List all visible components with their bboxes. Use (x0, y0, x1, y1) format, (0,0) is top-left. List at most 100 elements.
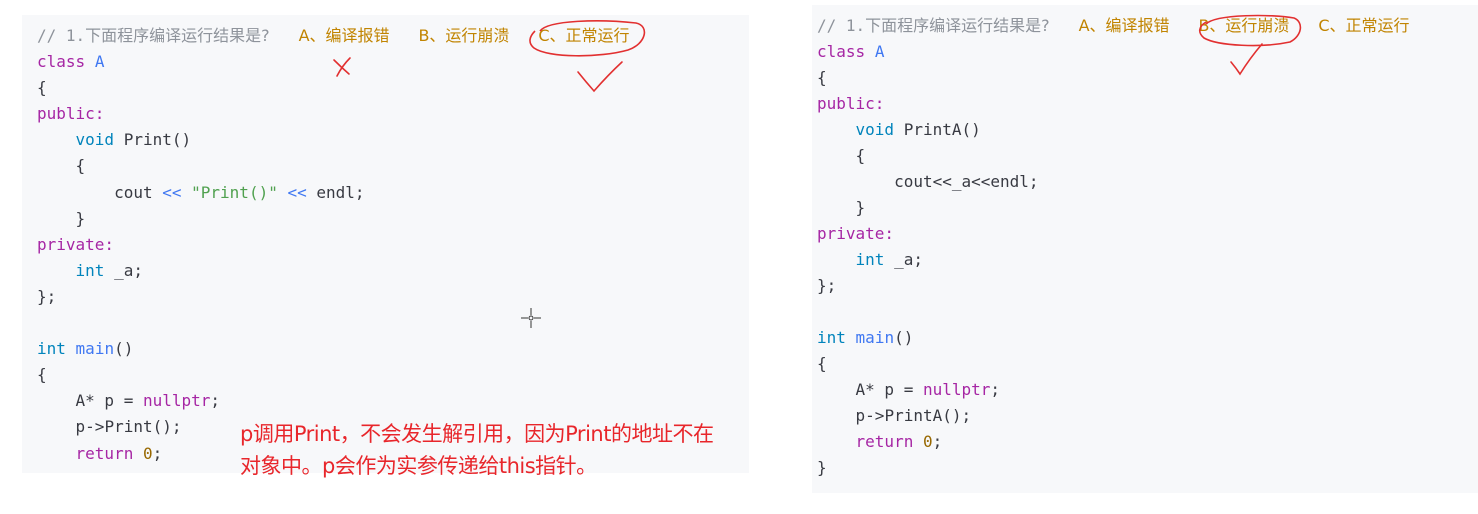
option-a: A、编译报错 (1078, 16, 1170, 35)
code-line: void PrintA() (817, 117, 1410, 143)
semicolon: ; (990, 380, 1001, 399)
code-panel-right: // 1.下面程序编译运行结果是? A、编译报错 B、运行崩溃 C、正常运行 c… (812, 5, 1478, 493)
call-function: PrintA (884, 406, 943, 425)
code-block-right: // 1.下面程序编译运行结果是? A、编译报错 B、运行崩溃 C、正常运行 c… (817, 13, 1410, 481)
semicolon: ; (152, 443, 163, 463)
method-name: PrintA (903, 120, 962, 139)
function-main: main (75, 339, 115, 359)
annotation-line-2: 对象中。p会作为实参传递给this指针。 (240, 454, 597, 478)
call-tail: (); (152, 417, 182, 437)
keyword-int: int (855, 250, 885, 269)
keyword-int: int (37, 339, 66, 359)
code-line: return 0; (817, 429, 1410, 455)
code-panel-left: // 1.下面程序编译运行结果是? A、编译报错 B、运行崩溃 C、正常运行 c… (22, 15, 749, 473)
method-body: cout<<_a<<endl; (894, 172, 1039, 191)
code-line: A* p = nullptr; (817, 377, 1410, 403)
member-var: _a; (114, 260, 143, 280)
keyword-void: void (75, 130, 115, 150)
keyword-private: private: (37, 234, 115, 254)
keyword-public: public: (817, 94, 885, 113)
code-block-left: // 1.下面程序编译运行结果是? A、编译报错 B、运行崩溃 C、正常运行 c… (37, 23, 630, 467)
code-line: } (817, 455, 1410, 481)
keyword-class: class (817, 42, 866, 61)
option-b: B、运行崩溃 (1198, 16, 1290, 35)
keyword-void: void (855, 120, 895, 139)
code-line: p->PrintA(); (817, 403, 1410, 429)
string-literal: "Print()" (191, 182, 278, 202)
semicolon: ; (210, 391, 221, 411)
comment-prefix: // 1. (37, 26, 86, 45)
code-line: int main() (37, 336, 630, 362)
code-line: int main() (817, 325, 1410, 351)
question-text: 下面程序编译运行结果是? (865, 16, 1050, 35)
annotation-line-1: p调用Print，不会发生解引用，因为Print的地址不在 (240, 422, 714, 446)
method-name: Print (123, 130, 172, 150)
class-name: A (874, 42, 885, 61)
call-function: Print (104, 417, 153, 437)
code-line: { (37, 362, 630, 388)
member-var: _a; (894, 250, 923, 269)
keyword-nullptr: nullptr (142, 391, 211, 411)
code-line: { (817, 351, 1410, 377)
keyword-return: return (75, 443, 134, 463)
code-line: int _a; (817, 247, 1410, 273)
code-line: class A (37, 49, 630, 75)
code-line: } (37, 206, 630, 232)
brace: } (817, 458, 827, 477)
call-object: p-> (75, 417, 105, 437)
parens: () (961, 120, 981, 139)
option-a: A、编译报错 (298, 26, 390, 45)
code-line: cout<<_a<<endl; (817, 169, 1410, 195)
function-main: main (855, 328, 895, 347)
parens: () (894, 328, 914, 347)
brace: } (855, 198, 866, 217)
keyword-return: return (855, 432, 914, 451)
option-c: C、正常运行 (1318, 16, 1410, 35)
code-line: { (817, 65, 1410, 91)
brace: { (37, 78, 47, 98)
operator: << (162, 182, 182, 202)
brace: { (817, 68, 827, 87)
return-value: 0 (142, 443, 153, 463)
keyword-public: public: (37, 104, 105, 124)
keyword-private: private: (817, 224, 895, 243)
pointer-decl: A* p = (75, 391, 143, 411)
code-line: public: (37, 101, 630, 127)
annotation-note: p调用Print，不会发生解引用，因为Print的地址不在 对象中。p会作为实参… (240, 418, 760, 482)
code-line: class A (817, 39, 1410, 65)
option-b: B、运行崩溃 (418, 26, 510, 45)
keyword-class: class (37, 52, 86, 72)
brace: { (75, 156, 86, 176)
pointer-decl: A* p = (855, 380, 923, 399)
keyword-int: int (75, 260, 105, 280)
operator: << (287, 182, 307, 202)
cout: cout (114, 182, 153, 202)
brace: }; (817, 276, 837, 295)
code-line: { (37, 75, 630, 101)
question-text: 下面程序编译运行结果是? (85, 26, 270, 45)
code-line: } (817, 195, 1410, 221)
code-line: A* p = nullptr; (37, 388, 630, 414)
code-line: public: (817, 91, 1410, 117)
code-line: { (37, 153, 630, 179)
keyword-nullptr: nullptr (922, 380, 991, 399)
parens: () (114, 339, 134, 359)
code-line: int _a; (37, 258, 630, 284)
endl: endl; (316, 182, 365, 202)
brace: } (75, 208, 86, 228)
question-line: // 1.下面程序编译运行结果是? A、编译报错 B、运行崩溃 C、正常运行 (817, 13, 1410, 39)
class-name: A (94, 52, 105, 72)
option-c: C、正常运行 (538, 26, 630, 45)
brace: }; (37, 286, 57, 306)
brace: { (817, 354, 827, 373)
parens: () (171, 130, 192, 150)
brace: { (855, 146, 866, 165)
code-line: { (817, 143, 1410, 169)
keyword-int: int (817, 328, 846, 347)
return-value: 0 (922, 432, 933, 451)
code-line: void Print() (37, 127, 630, 153)
question-line: // 1.下面程序编译运行结果是? A、编译报错 B、运行崩溃 C、正常运行 (37, 23, 630, 49)
call-object: p-> (855, 406, 885, 425)
code-line: private: (817, 221, 1410, 247)
